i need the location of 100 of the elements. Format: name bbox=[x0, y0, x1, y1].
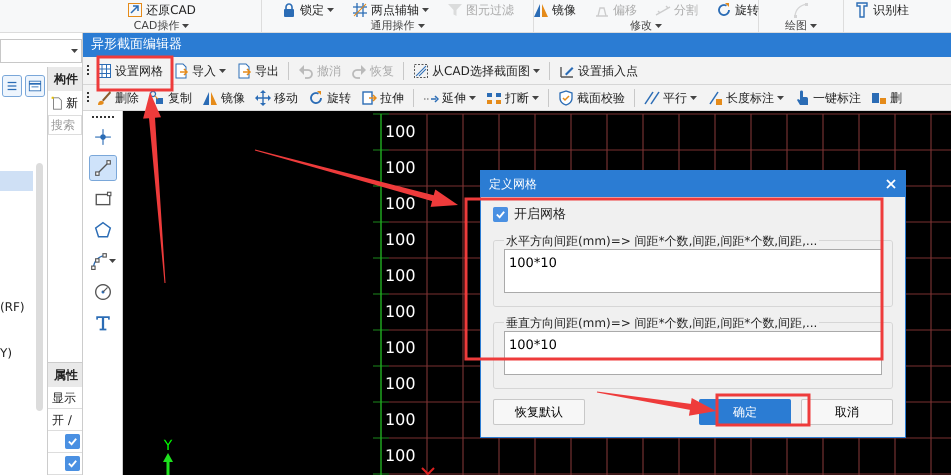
lock-icon bbox=[281, 2, 297, 18]
grid-dimension-label: 100 bbox=[385, 123, 416, 141]
dialog-title: 定义网格 bbox=[489, 176, 537, 193]
toolbar-button[interactable]: 删除 bbox=[92, 86, 143, 108]
checkbox[interactable] bbox=[65, 456, 80, 471]
toolbar-button[interactable]: 镜像 bbox=[198, 86, 249, 108]
ribbon-button[interactable]: 锁定 bbox=[277, 0, 338, 20]
close-icon bbox=[885, 178, 897, 190]
toolbar-button[interactable]: 复制 bbox=[145, 86, 196, 108]
toolbar-button[interactable]: 从CAD选择截面图 bbox=[409, 60, 544, 82]
axis-label: Y bbox=[164, 439, 172, 453]
caret-icon bbox=[777, 96, 784, 100]
grid-dimension-label: 100 bbox=[385, 339, 416, 357]
search-field[interactable]: 搜索 bbox=[48, 115, 82, 135]
y-axis-arrow bbox=[163, 453, 173, 475]
checkbox-label[interactable]: 开启网格 bbox=[514, 205, 566, 224]
toolbar-button[interactable]: 打断 bbox=[482, 86, 543, 108]
shield-check-icon bbox=[558, 90, 574, 106]
ribbon-button[interactable]: 还原CAD bbox=[123, 0, 200, 20]
point-icon bbox=[94, 128, 112, 146]
input-field[interactable]: 100*10 bbox=[504, 248, 882, 292]
dropdown-field[interactable] bbox=[0, 39, 82, 63]
column-icon bbox=[854, 2, 870, 18]
text-tool-icon bbox=[94, 314, 112, 332]
toolbar-button[interactable]: 长度标注 bbox=[703, 86, 788, 108]
group-label: 水平方向间距(mm)=> 间距*个数,间距,间距*个数,间距,... bbox=[505, 232, 818, 248]
ribbon-group-label[interactable]: CAD操作 bbox=[134, 19, 190, 32]
mirror-icon bbox=[202, 90, 218, 106]
restore-icon bbox=[127, 2, 144, 18]
stretch-icon bbox=[361, 90, 377, 106]
caret-icon bbox=[810, 24, 817, 28]
check-icon bbox=[67, 458, 78, 469]
toolbar-button[interactable]: 设置网格 bbox=[92, 60, 167, 82]
ribbon-group-label[interactable]: 通用操作 bbox=[370, 19, 424, 32]
ribbon-button[interactable]: 旋转 bbox=[712, 0, 763, 20]
pentagon-icon bbox=[94, 221, 112, 239]
hand-pointer-icon bbox=[794, 90, 810, 106]
ribbon-group-label[interactable]: 修改 bbox=[630, 19, 662, 32]
grid-dimension-label: 100 bbox=[385, 267, 416, 285]
dimension-icon bbox=[707, 90, 723, 106]
close-button[interactable] bbox=[885, 178, 897, 190]
caret-icon bbox=[108, 259, 116, 263]
caret-icon bbox=[327, 8, 334, 12]
grid-dimension-label: 100 bbox=[385, 195, 416, 213]
toolbar-button[interactable]: 设置插入点 bbox=[554, 60, 642, 82]
tree-item[interactable]: Y) bbox=[0, 343, 33, 363]
view-toggle-button[interactable] bbox=[2, 75, 22, 97]
toolbar-button[interactable]: 旋转 bbox=[304, 86, 355, 108]
grid-dimension-label: 100 bbox=[385, 375, 416, 393]
dialog-button[interactable]: 恢复默认 bbox=[493, 398, 585, 424]
new-button[interactable]: 新 bbox=[48, 91, 82, 115]
caret-icon bbox=[655, 24, 662, 28]
checkbox[interactable] bbox=[65, 434, 80, 449]
panel-header: 属性 bbox=[48, 363, 82, 387]
document-arrow-icon bbox=[236, 62, 252, 78]
arc-icon bbox=[793, 2, 809, 18]
filter-icon bbox=[447, 2, 463, 18]
toolbar-button[interactable]: 移动 bbox=[251, 86, 302, 108]
caret-icon bbox=[182, 24, 190, 28]
toolbar-button[interactable]: 导出 bbox=[232, 60, 283, 82]
toolbar-button[interactable]: 平行 bbox=[640, 86, 701, 108]
parallel-lines-icon bbox=[644, 90, 660, 106]
tree-item[interactable]: (RF) bbox=[0, 297, 33, 317]
view-toggle-button[interactable] bbox=[25, 75, 45, 97]
rectangle-icon bbox=[94, 190, 112, 208]
scrollbar[interactable] bbox=[36, 163, 43, 411]
caret-icon bbox=[418, 24, 424, 28]
toolbar-button[interactable]: 延伸 bbox=[419, 86, 480, 108]
input-field[interactable]: 100*10 bbox=[504, 330, 882, 374]
drawing-tool-button[interactable] bbox=[88, 155, 116, 181]
arc-icon bbox=[90, 252, 108, 270]
hash-icon bbox=[352, 2, 368, 18]
toolbar-button[interactable]: 截面校验 bbox=[554, 86, 629, 108]
circle-icon bbox=[94, 283, 112, 301]
dialog-button[interactable]: 取消 bbox=[801, 398, 893, 424]
toolbar-button[interactable]: 删 bbox=[867, 86, 906, 108]
caret-icon bbox=[422, 8, 429, 12]
ribbon-button[interactable]: 两点辅轴 bbox=[348, 0, 433, 20]
grid-dimension-label: 100 bbox=[385, 303, 416, 321]
caret-icon bbox=[532, 68, 540, 72]
window-icon bbox=[28, 79, 42, 93]
toolbar-button[interactable]: 一键标注 bbox=[790, 86, 865, 108]
redo-icon bbox=[351, 62, 367, 78]
ribbon-button[interactable]: 镜像 bbox=[529, 0, 580, 20]
grid-dimension-label: 100 bbox=[385, 231, 416, 249]
table-header-cell: 开 / bbox=[48, 409, 82, 431]
ribbon-group-label[interactable]: 绘图 bbox=[785, 19, 817, 32]
ribbon-button[interactable]: 识别柱 bbox=[850, 0, 913, 20]
move-icon bbox=[255, 90, 271, 106]
checkbox[interactable] bbox=[493, 207, 508, 222]
caret-icon bbox=[690, 96, 697, 100]
caret-icon bbox=[532, 96, 539, 100]
toolbar-button[interactable]: 导入 bbox=[169, 60, 230, 82]
caret-icon bbox=[469, 96, 476, 100]
group-label: 垂直方向间距(mm)=> 间距*个数,间距,间距*个数,间距,... bbox=[505, 314, 818, 330]
list-icon bbox=[5, 79, 19, 93]
check-icon bbox=[67, 436, 78, 447]
toolbar-button[interactable]: 拉伸 bbox=[357, 86, 408, 108]
line-icon bbox=[94, 159, 112, 177]
undo-icon bbox=[298, 62, 314, 78]
